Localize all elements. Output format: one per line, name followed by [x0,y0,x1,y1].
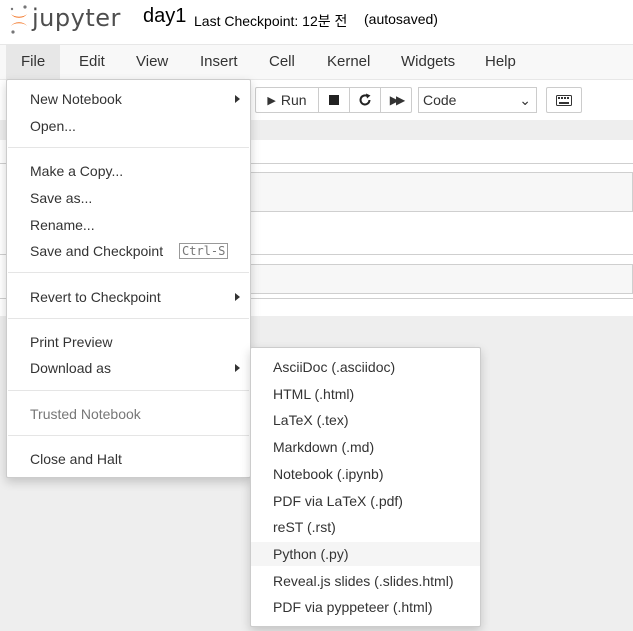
shortcut-label: Ctrl-S [179,243,229,259]
menu-divider [8,147,249,148]
menu-item-download-as[interactable]: Download as [7,356,250,380]
menu-divider [8,272,249,273]
stop-icon [329,95,339,105]
menu-view[interactable]: View [121,45,183,79]
restart-run-all-button[interactable]: ▶▶ [380,87,412,113]
download-item-html[interactable]: HTML (.html) [251,382,480,406]
menu-file[interactable]: File [6,45,61,79]
menu-divider [8,390,249,391]
submenu-arrow-icon [235,95,240,103]
download-item-latex[interactable]: LaTeX (.tex) [251,408,480,432]
submenu-arrow-icon [235,364,240,372]
jupyter-logo-text: jupyter [32,4,121,32]
chevron-down-icon: ⌄ [519,92,531,108]
download-item-pdf-pyppeteer[interactable]: PDF via pyppeteer (.html) [251,595,480,619]
restart-icon [359,93,371,106]
jupyter-logo-icon [10,5,27,34]
menu-widgets[interactable]: Widgets [386,45,470,79]
menu-insert[interactable]: Insert [185,45,253,79]
download-as-submenu: AsciiDoc (.asciidoc) HTML (.html) LaTeX (.… [250,347,481,627]
menu-cell[interactable]: Cell [254,45,310,79]
menu-help[interactable]: Help [470,45,531,79]
menu-item-print-preview[interactable]: Print Preview [7,330,250,354]
menu-item-rename[interactable]: Rename... [7,213,250,237]
menu-item-save-as[interactable]: Save as... [7,186,250,210]
menu-item-trusted-notebook: Trusted Notebook [30,406,141,422]
interrupt-button[interactable] [318,87,350,113]
download-item-rest[interactable]: reST (.rst) [251,515,480,539]
submenu-arrow-icon [235,293,240,301]
download-item-pdf-latex[interactable]: PDF via LaTeX (.pdf) [251,489,480,513]
notebook-name[interactable]: day1 [143,5,186,28]
restart-button[interactable] [349,87,381,113]
menu-item-new-notebook[interactable]: New Notebook [7,87,250,111]
play-icon: ▶ [267,94,276,107]
download-item-markdown[interactable]: Markdown (.md) [251,435,480,459]
download-item-notebook[interactable]: Notebook (.ipynb) [251,462,480,486]
file-menu-dropdown: New Notebook Open... Make a Copy... Save… [6,79,251,478]
cell-type-select[interactable]: Code ⌄ [418,87,537,113]
autosave-status: (autosaved) [364,11,438,27]
menu-item-save-checkpoint[interactable]: Save and Checkpoint Ctrl-S [7,239,250,263]
run-label: Run [280,92,307,108]
checkpoint-status: Last Checkpoint: 12분 전 [194,13,348,29]
menu-item-revert-checkpoint[interactable]: Revert to Checkpoint [7,285,250,309]
download-item-python[interactable]: Python (.py) [251,541,480,566]
menu-item-label: Save and Checkpoint [30,243,164,259]
menu-edit[interactable]: Edit [64,45,120,79]
code-cell-input[interactable] [250,264,633,294]
download-item-reveal-slides[interactable]: Reveal.js slides (.slides.html) [251,569,480,593]
notebook-header: jupyter day1 Last Checkpoint: 12분 전 (aut… [0,0,633,44]
code-cell-input[interactable] [250,172,633,212]
menu-item-open[interactable]: Open... [7,114,250,138]
download-item-asciidoc[interactable]: AsciiDoc (.asciidoc) [251,355,480,379]
run-button[interactable]: ▶ Run [255,87,319,113]
menu-item-close-halt[interactable]: Close and Halt [7,447,250,471]
fast-forward-icon: ▶▶ [389,93,406,107]
cell-type-value: Code [423,92,457,108]
menu-item-label: New Notebook [30,91,122,107]
menu-kernel[interactable]: Kernel [312,45,385,79]
menu-item-label: Revert to Checkpoint [30,289,161,305]
command-palette-button[interactable] [546,87,582,113]
menu-item-make-copy[interactable]: Make a Copy... [7,159,250,183]
menu-item-label: Download as [30,360,111,376]
menu-bar: File Edit View Insert Cell Kernel Widget… [0,44,633,80]
keyboard-icon [556,94,572,106]
menu-divider [8,318,249,319]
menu-divider [8,435,249,436]
jupyter-logo[interactable]: jupyter [8,2,130,38]
